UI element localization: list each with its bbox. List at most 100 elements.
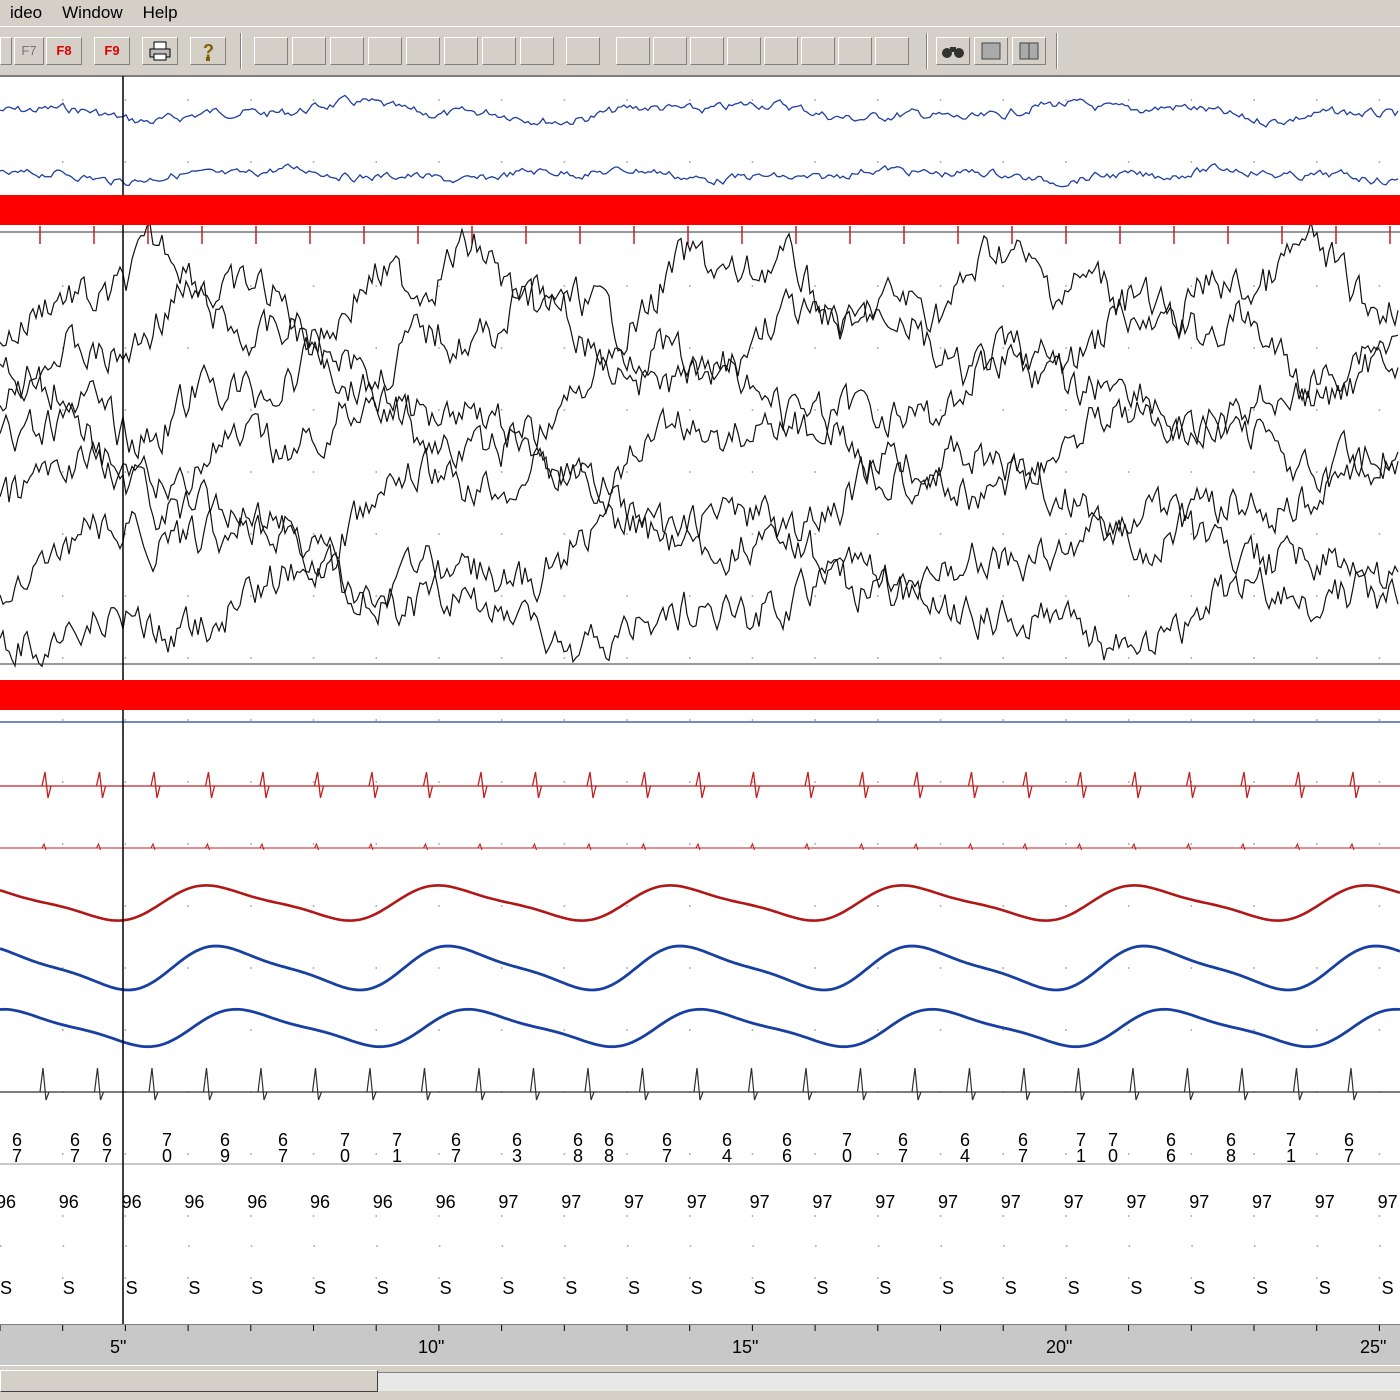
- heart-rate-digit: 6: [782, 1146, 792, 1166]
- eeg-trace: [0, 546, 1399, 668]
- spo2-value: 97: [1001, 1192, 1021, 1212]
- channel-toggle-button[interactable]: [330, 37, 364, 65]
- channel-toggle-button[interactable]: [616, 37, 650, 65]
- sleep-stage-label: S: [816, 1278, 828, 1298]
- sleep-stage-label: S: [1193, 1278, 1205, 1298]
- eog-trace: [0, 163, 1399, 188]
- f8-button[interactable]: F8: [46, 37, 82, 65]
- sleep-stage-label: S: [565, 1278, 577, 1298]
- spo2-value: 97: [687, 1192, 707, 1212]
- zoom-button[interactable]: [936, 37, 970, 65]
- channel-toggle-button[interactable]: [838, 37, 872, 65]
- sleep-stage-label: S: [126, 1278, 138, 1298]
- sleep-stage-label: S: [1319, 1278, 1331, 1298]
- heart-rate-digit: 8: [604, 1146, 614, 1166]
- spo2-value: 97: [498, 1192, 518, 1212]
- toolbar: F7 F8 F9 ?: [0, 26, 1400, 77]
- heart-rate-digit: 9: [220, 1146, 230, 1166]
- horizontal-scrollbar[interactable]: [0, 1366, 1400, 1400]
- sleep-stage-label: S: [691, 1278, 703, 1298]
- channel-toggle-button[interactable]: [254, 37, 288, 65]
- spo2-value: 97: [750, 1192, 770, 1212]
- toolbar-separator: [926, 33, 928, 69]
- channel-toggle-button[interactable]: [727, 37, 761, 65]
- heart-rate-digit: 7: [70, 1146, 80, 1166]
- spo2-value: 97: [561, 1192, 581, 1212]
- grid-icon: [1019, 42, 1039, 60]
- heart-rate-digit: 7: [12, 1146, 22, 1166]
- spo2-value: 97: [1252, 1192, 1272, 1212]
- f7-button[interactable]: F7: [14, 37, 44, 65]
- spo2-value: 96: [436, 1192, 456, 1212]
- time-label: 20": [1046, 1337, 1073, 1357]
- heart-rate-digit: 6: [1166, 1146, 1176, 1166]
- print-button[interactable]: [142, 37, 178, 65]
- menu-help[interactable]: Help: [133, 3, 188, 23]
- heart-rate-digit: 0: [1108, 1146, 1118, 1166]
- channel-toggle-button[interactable]: [875, 37, 909, 65]
- toolbar-separator: [1056, 33, 1058, 69]
- sleep-stage-label: S: [188, 1278, 200, 1298]
- binoculars-icon: [942, 47, 964, 58]
- heart-rate-digit: 4: [960, 1146, 970, 1166]
- time-label: 15": [732, 1337, 759, 1357]
- channel-toggle-button[interactable]: [690, 37, 724, 65]
- snore-trace: [0, 842, 1400, 851]
- heart-rate-digit: 0: [340, 1146, 350, 1166]
- channel-toggle-button[interactable]: [482, 37, 516, 65]
- spo2-value: 97: [1378, 1192, 1398, 1212]
- channel-toggle-button[interactable]: [653, 37, 687, 65]
- channel-toggle-button[interactable]: [566, 37, 600, 65]
- channel-toggle-button[interactable]: [292, 37, 326, 65]
- heart-rate-digit: 0: [162, 1146, 172, 1166]
- spo2-value: 96: [184, 1192, 204, 1212]
- eeg-trace: [0, 429, 1399, 567]
- spo2-value: 97: [1126, 1192, 1146, 1212]
- airflow-trace: [0, 884, 1400, 922]
- window-button[interactable]: [974, 37, 1008, 65]
- grid-button[interactable]: [1012, 37, 1046, 65]
- channel-toggle-button[interactable]: [801, 37, 835, 65]
- help-button[interactable]: ?: [190, 37, 226, 65]
- heart-rate-digit: 7: [898, 1146, 908, 1166]
- sleep-stage-label: S: [754, 1278, 766, 1298]
- f6-button[interactable]: [0, 37, 12, 65]
- heart-rate-digit: 8: [573, 1146, 583, 1166]
- channel-toggle-button[interactable]: [368, 37, 402, 65]
- sleep-stage-label: S: [440, 1278, 452, 1298]
- heart-rate-digit: 0: [842, 1146, 852, 1166]
- spo2-value: 96: [373, 1192, 393, 1212]
- heart-rate-digit: 7: [662, 1146, 672, 1166]
- heart-rate-digit: 1: [392, 1146, 402, 1166]
- time-label: 5": [110, 1337, 127, 1357]
- time-label: 10": [418, 1337, 445, 1357]
- spo2-value: 96: [247, 1192, 267, 1212]
- menu-bar: ideo Window Help: [0, 0, 1400, 26]
- eeg-trace: [0, 391, 1399, 506]
- sleep-stage-label: S: [314, 1278, 326, 1298]
- help-icon: ?: [203, 41, 214, 61]
- spo2-value: 97: [812, 1192, 832, 1212]
- f9-button[interactable]: F9: [94, 37, 130, 65]
- sleep-stage-label: S: [1256, 1278, 1268, 1298]
- eog-trace: [0, 94, 1399, 128]
- spo2-value: 97: [1064, 1192, 1084, 1212]
- spo2-value: 96: [122, 1192, 142, 1212]
- window-icon: [981, 42, 1001, 60]
- heart-rate-digit: 1: [1076, 1146, 1086, 1166]
- sleep-stage-label: S: [942, 1278, 954, 1298]
- sleep-stage-label: S: [1382, 1278, 1394, 1298]
- spo2-value: 97: [875, 1192, 895, 1212]
- channel-toggle-button[interactable]: [406, 37, 440, 65]
- scroll-thumb[interactable]: [0, 1370, 378, 1392]
- channel-toggle-button[interactable]: [444, 37, 478, 65]
- leg-emg-trace: [0, 771, 1400, 799]
- sleep-stage-label: S: [879, 1278, 891, 1298]
- sleep-stage-label: S: [377, 1278, 389, 1298]
- ecg-spike-marks: [39, 226, 1391, 244]
- channel-toggle-button[interactable]: [764, 37, 798, 65]
- channel-toggle-button[interactable]: [520, 37, 554, 65]
- menu-window[interactable]: Window: [52, 3, 132, 23]
- menu-video[interactable]: ideo: [0, 3, 52, 23]
- sleep-stage-label: S: [0, 1278, 12, 1298]
